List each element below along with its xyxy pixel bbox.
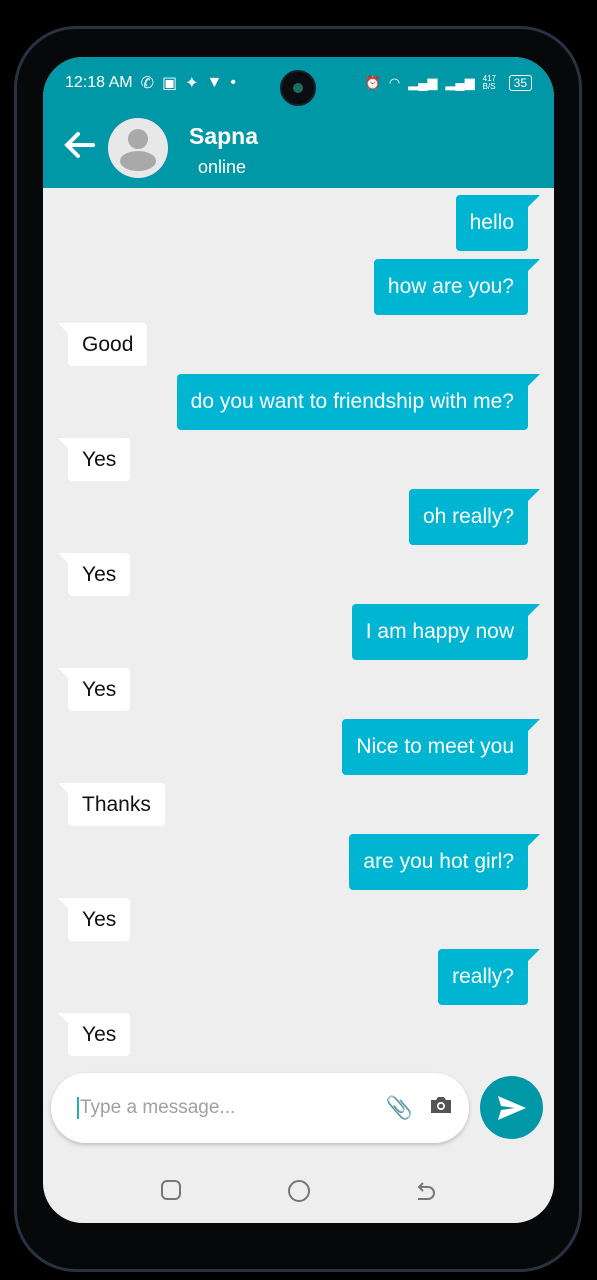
sent-message-bubble[interactable]: do you want to friendship with me? [176,374,541,430]
message-list: hello how are you? Good do you want to frie… [43,195,554,1056]
camera-icon[interactable] [429,1095,453,1121]
message-text: Nice to meet you [356,735,514,758]
clock: 12:18 AM [65,74,133,91]
battery-icon: 35 [508,75,532,91]
message-text: Yes [82,1022,117,1046]
contact-status: online [198,157,247,177]
received-message-bubble[interactable]: Yes [57,553,131,596]
alarm-icon: ⏰ [364,75,381,90]
message-text: Yes [82,907,117,931]
message-text: do you want to friendship with me? [190,390,514,413]
received-message-bubble[interactable]: Thanks [58,783,165,826]
send-button[interactable] [480,1076,543,1139]
vpn-icon: ▼ [206,74,223,91]
phone-screen: 12:18 AM ✆ ▣ ✦ ▼ • ⏰ ◠ ▂▄▆ ▂▄▆ 417 B/S 3… [43,57,554,1223]
received-message-bubble[interactable]: Yes [57,898,131,941]
message-text: Yes [82,447,117,471]
message-text: are you hot girl? [363,850,514,873]
app-icon: ▣ [162,75,178,92]
received-message-bubble[interactable]: Yes [57,1013,131,1056]
back-button[interactable] [414,1179,438,1208]
back-arrow-icon[interactable] [63,131,95,165]
chat-header: 12:18 AM ✆ ▣ ✦ ▼ • ⏰ ◠ ▂▄▆ ▂▄▆ 417 B/S 3… [43,57,554,188]
message-composer: 📎 [51,1073,469,1143]
message-text: really? [452,965,514,988]
signal-icon: ▂▄▆ [408,75,438,90]
received-message-bubble[interactable]: Yes [57,668,131,711]
avatar[interactable] [108,118,168,178]
home-button[interactable] [287,1179,311,1208]
message-text: I am happy now [365,620,514,643]
sent-message-bubble[interactable]: really? [438,949,540,1005]
sent-message-bubble[interactable]: Nice to meet you [342,719,540,775]
wifi-icon: ◠ [388,75,401,90]
message-text: Good [82,332,134,356]
message-text: how are you? [387,275,514,298]
message-text: oh really? [422,505,514,528]
system-nav-bar [43,1175,554,1205]
message-text: Thanks [82,792,151,816]
signal-icon-2: ▂▄▆ [445,75,475,90]
sent-message-bubble[interactable]: how are you? [373,259,541,315]
paperclip-icon[interactable]: 📎 [386,1095,413,1121]
sent-message-bubble[interactable]: I am happy now [351,604,541,660]
message-text: hello [469,211,514,234]
twitter-icon: ✦ [185,75,199,92]
message-text: Yes [82,677,117,701]
front-camera [280,70,316,106]
received-message-bubble[interactable]: Yes [57,438,131,481]
message-input[interactable] [77,1097,386,1119]
message-text: Yes [82,562,117,586]
send-icon [497,1095,526,1120]
recents-button[interactable] [160,1179,182,1206]
received-message-bubble[interactable]: Good [57,323,148,366]
net-speed: 417 B/S [482,74,496,91]
contact-name: Sapna [189,123,259,149]
sent-message-bubble[interactable]: oh really? [408,489,541,545]
viber-icon: ✆ [140,75,155,92]
sent-message-bubble[interactable]: are you hot girl? [349,834,540,890]
sent-message-bubble[interactable]: hello [455,195,541,251]
dot-icon: • [230,74,236,91]
